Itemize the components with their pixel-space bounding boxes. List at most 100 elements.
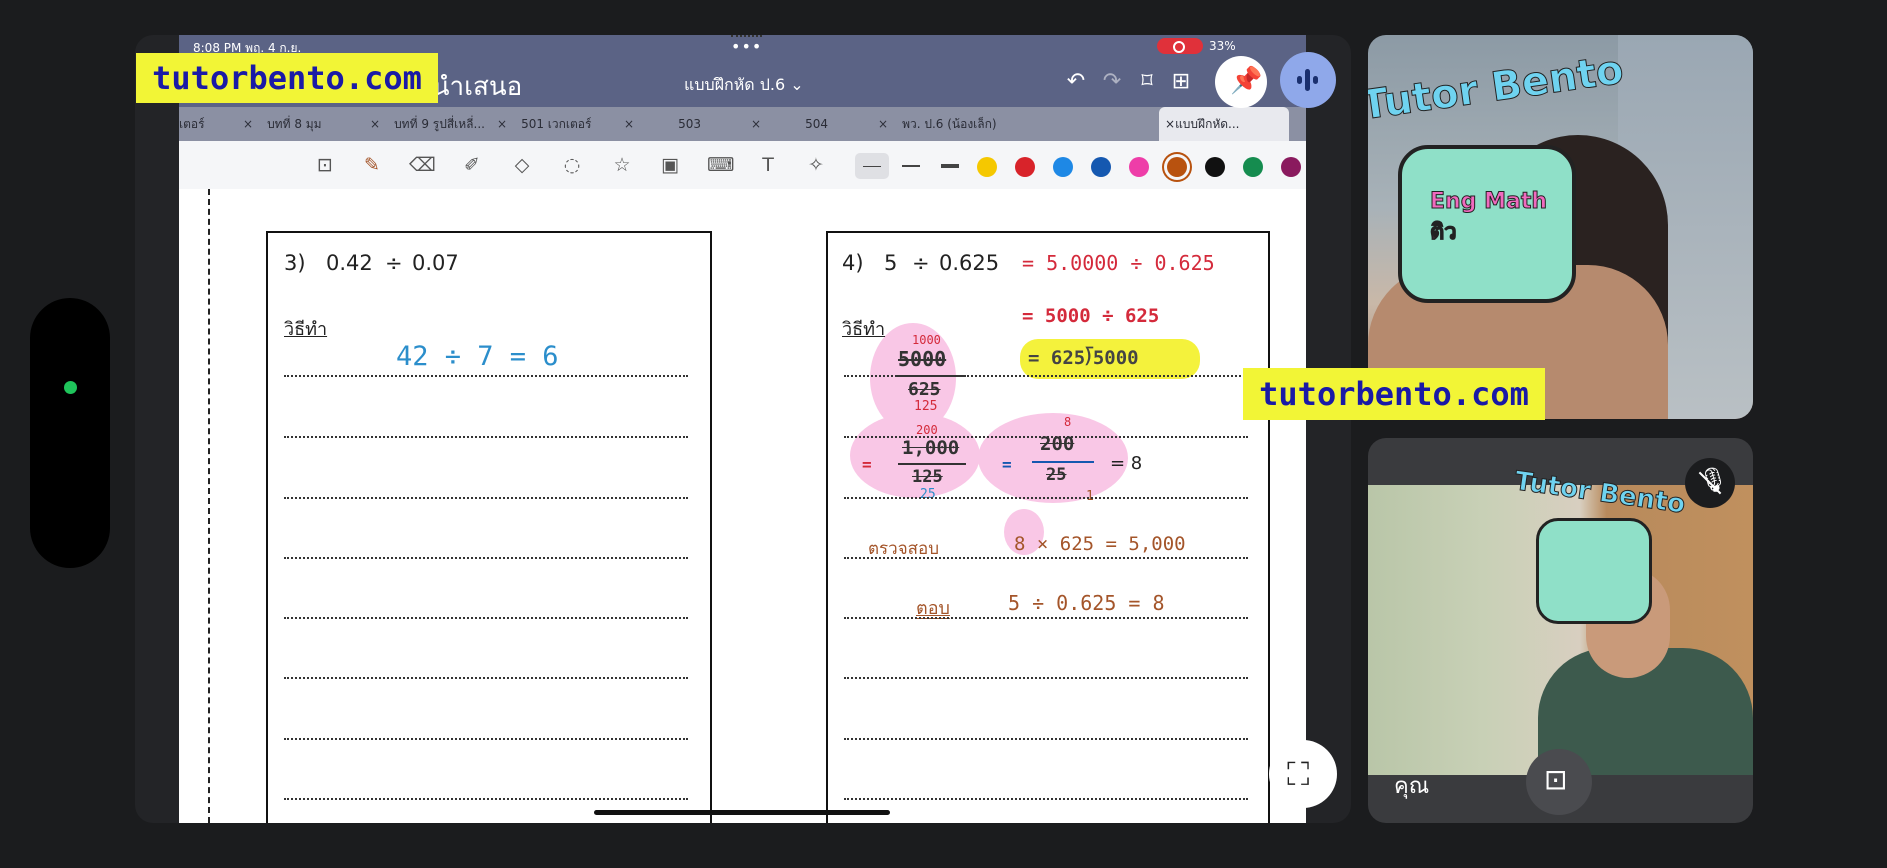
tab-504[interactable]: × 504 <box>751 107 828 141</box>
q4-step1: = 5.0000 ÷ 0.625 <box>1022 251 1215 275</box>
answer-line <box>844 617 1248 619</box>
answer-line <box>284 497 688 499</box>
keyboard-icon[interactable]: ⌨ <box>707 153 734 177</box>
color-swatch-yellow[interactable] <box>977 157 997 177</box>
q4-result: = 8 <box>1110 453 1143 474</box>
eraser-icon[interactable]: ⌫ <box>409 153 436 177</box>
q4-check: 8 × 625 = 5,000 <box>1014 533 1186 555</box>
redo-icon[interactable]: ↷ <box>1099 69 1125 95</box>
tab-pw-p6[interactable]: × พว. ป.6 (น้องเล็ก) <box>878 107 997 141</box>
color-swatch-blue[interactable] <box>1053 157 1073 177</box>
bookmark-icon[interactable]: ⌑ <box>1134 69 1160 95</box>
stroke-thick-icon[interactable] <box>941 164 959 168</box>
tab-501[interactable]: × 501 เวกเตอร์ <box>497 107 591 141</box>
q3-divide-sign: ÷ <box>385 251 403 275</box>
stroke-thin-icon <box>863 166 881 167</box>
side-pill <box>30 298 110 568</box>
fullscreen-icon: ⛶ <box>1287 755 1310 793</box>
portrait-sparkle-icon: ⊡ <box>1544 763 1568 796</box>
lasso-icon[interactable]: ◌ <box>559 153 585 177</box>
fraction-bar <box>1032 461 1094 463</box>
highlight-blob <box>978 413 1128 503</box>
color-swatch-navy[interactable] <box>1091 157 1111 177</box>
q4-step2: = 5000 ÷ 625 <box>1022 305 1160 327</box>
frac1-top: 5000 <box>898 347 947 371</box>
q4-divisor: 0.625 <box>939 251 1000 275</box>
color-swatch-pink[interactable] <box>1129 157 1149 177</box>
tab-exercises-active[interactable]: ×แบบฝึกหัด... <box>1159 107 1289 141</box>
eq-sign: = <box>862 455 872 474</box>
answer-line <box>844 497 1248 499</box>
margin-line <box>208 189 210 823</box>
effects-button[interactable]: ⊡ <box>1526 749 1592 815</box>
tab-503[interactable]: × 503 <box>624 107 701 141</box>
notebook-tab-bar: เตอร์ × บทที่ 8 มุม × บทที่ 9 รูปสี่เหลี่.… <box>179 107 1306 141</box>
record-icon <box>1173 41 1185 53</box>
audio-bar-icon <box>1313 76 1318 84</box>
mic-muted-indicator: 🎙 <box>1685 458 1735 508</box>
screen-record-pill <box>1157 38 1203 54</box>
answer-line <box>844 738 1248 740</box>
participant-tile-self[interactable]: Tutor Bento 🎙 คุณ ⊡ <box>1368 438 1753 823</box>
pen-tool-icon[interactable]: ✎ <box>359 153 385 177</box>
answer-line <box>284 798 688 800</box>
watermark: tutorbento.com <box>1243 368 1545 420</box>
pin-icon: 📌 <box>1230 66 1263 96</box>
color-swatch-brown-selected[interactable] <box>1167 157 1187 177</box>
fraction-bar <box>898 463 966 465</box>
color-swatch-black[interactable] <box>1205 157 1225 177</box>
tab-chapter8[interactable]: × บทที่ 8 มุม <box>243 107 322 141</box>
tab-chapter9[interactable]: × บทที่ 9 รูปสี่เหลี่... <box>370 107 485 141</box>
shared-ipad-screen: 8:08 PM พฤ. 4 ก.ย. ••• 33% งนำเสนอ แบบฝึ… <box>179 35 1306 823</box>
answer-line <box>844 436 1248 438</box>
shapes-icon[interactable]: ◇ <box>509 153 535 177</box>
highlighter-icon[interactable]: ✐ <box>459 153 485 177</box>
frac2-top: 1,000 <box>902 437 960 459</box>
image-search-icon[interactable]: ⊡ <box>312 153 338 177</box>
q3-work-line1: 42 ÷ 7 = 6 <box>396 341 559 372</box>
answer-line <box>844 798 1248 800</box>
sticker-icon[interactable]: ☆ <box>609 153 635 177</box>
self-name-label: คุณ <box>1394 774 1430 799</box>
notebook-title[interactable]: แบบฝึกหัด ป.6 ⌄ <box>684 73 804 98</box>
stroke-medium-icon[interactable] <box>902 165 920 167</box>
pin-button[interactable]: 📌 <box>1215 56 1267 108</box>
multitask-dots[interactable]: ••• <box>731 35 763 56</box>
frac2-top-small: 200 <box>916 423 938 437</box>
q4-number: 4) <box>842 251 864 275</box>
frac1-top-small: 1000 <box>912 333 941 347</box>
answer-line <box>284 375 688 377</box>
answer-line <box>284 557 688 559</box>
q3-number: 3) <box>284 251 306 275</box>
color-swatch-red[interactable] <box>1015 157 1035 177</box>
text-icon[interactable]: T <box>755 153 781 177</box>
audio-bar-icon <box>1297 76 1302 84</box>
participant-tile-teacher[interactable]: Eng Math ติว Tutor Bento <box>1368 35 1753 419</box>
frac1-bottom-small: 125 <box>914 399 938 414</box>
answer-line <box>844 677 1248 679</box>
question-3-box: 3) 0.42 ÷ 0.07 วิธีทำ 42 ÷ 7 = 6 <box>266 231 712 823</box>
q4-answer: 5 ÷ 0.625 = 8 <box>1008 591 1165 615</box>
worksheet-page[interactable]: 3) 0.42 ÷ 0.07 วิธีทำ 42 ÷ 7 = 6 4) 5 ÷ <box>179 189 1306 823</box>
q4-method-label: วิธีทำ <box>842 319 886 340</box>
answer-line <box>284 738 688 740</box>
sticker-text: Eng Math ติว <box>1430 189 1548 246</box>
color-swatch-purple[interactable] <box>1281 157 1301 177</box>
color-swatch-green[interactable] <box>1243 157 1263 177</box>
laser-pointer-icon[interactable]: ✧ <box>803 153 829 177</box>
photo-icon[interactable]: ▣ <box>657 153 683 177</box>
undo-icon[interactable]: ↶ <box>1063 69 1089 95</box>
answer-line <box>844 375 1248 377</box>
audio-level-button[interactable] <box>1280 52 1336 108</box>
tutor-bento-sticker: Eng Math ติว <box>1398 145 1576 303</box>
add-page-icon[interactable]: ⊞ <box>1168 69 1194 95</box>
q4-step3-long-division: = 625⟌5000 <box>1028 347 1139 369</box>
fullscreen-button[interactable]: ⛶ <box>1269 740 1337 808</box>
frac3-top-small: 8 <box>1064 415 1072 429</box>
q4-dividend: 5 <box>884 251 898 275</box>
tab-vector[interactable]: เตอร์ <box>179 107 205 141</box>
frac3-bottom: 25 <box>1046 465 1067 485</box>
q3-method-label: วิธีทำ <box>284 319 328 340</box>
mic-off-icon: 🎙 <box>1698 466 1729 494</box>
battery-percent: 33% <box>1209 39 1236 53</box>
